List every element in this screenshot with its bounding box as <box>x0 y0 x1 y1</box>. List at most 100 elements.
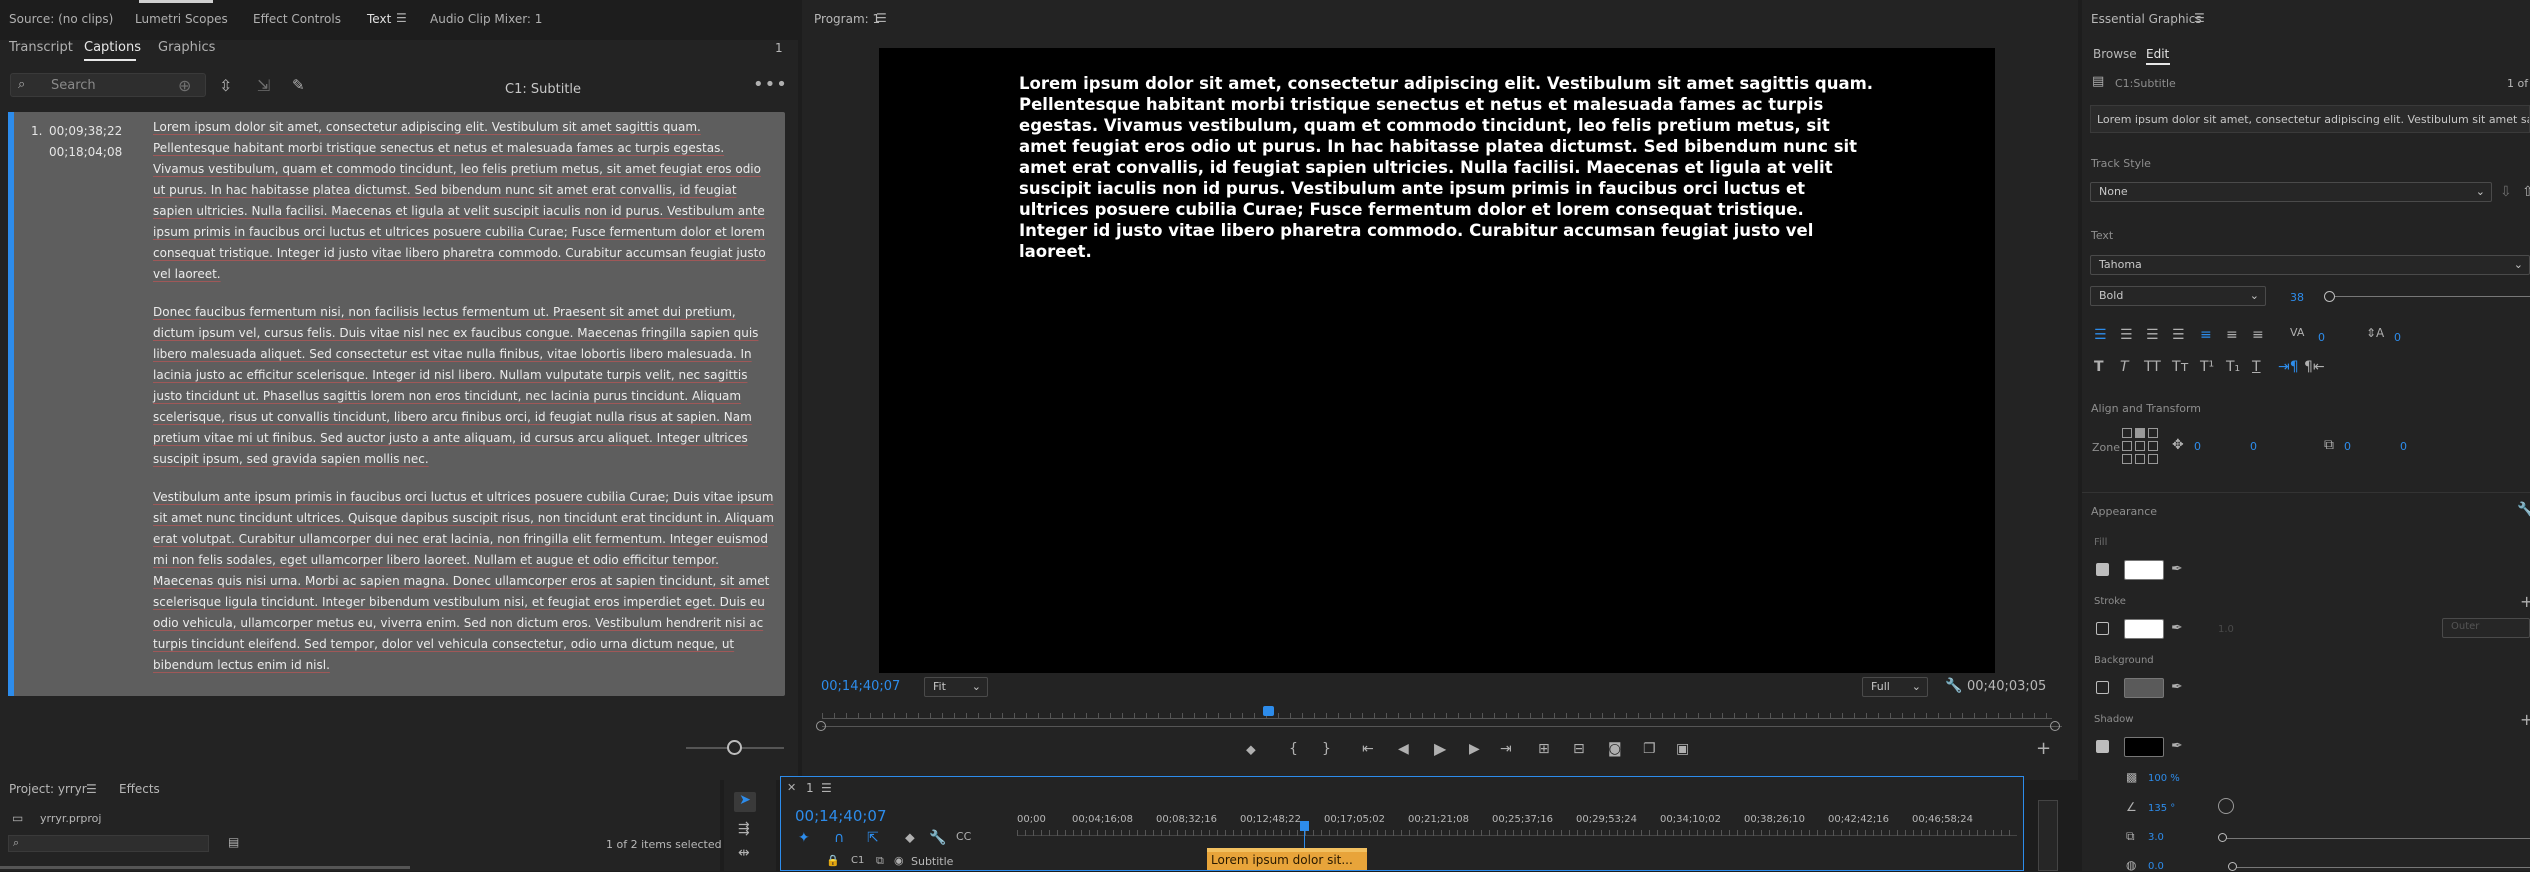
add-marker-icon[interactable]: ⬥ <box>1246 743 1256 757</box>
add-stroke-icon[interactable]: + <box>2520 594 2530 610</box>
justify-icon[interactable]: ☰ <box>2172 328 2185 342</box>
stroke-type-dropdown[interactable]: Outer <box>2442 618 2530 638</box>
zone-grid[interactable] <box>2122 428 2158 464</box>
shadow-opacity[interactable]: 100 % <box>2148 773 2180 784</box>
tab-graphics[interactable]: Graphics <box>158 40 215 55</box>
split-caption-icon[interactable]: ⇳ <box>219 78 232 94</box>
zone-cell[interactable] <box>2148 441 2158 451</box>
font-size-slider-track[interactable] <box>2327 296 2530 297</box>
snap-icon[interactable]: ∩ <box>834 831 844 845</box>
subscript-icon[interactable]: T₁ <box>2226 360 2240 374</box>
tracking-value[interactable]: 0 <box>2318 331 2325 344</box>
wrench-settings-icon[interactable]: 🔧 <box>2517 503 2530 517</box>
tab-edit[interactable]: Edit <box>2146 47 2169 61</box>
faux-bold-icon[interactable]: T <box>2094 360 2104 374</box>
tab-effect-controls[interactable]: Effect Controls <box>253 12 341 26</box>
tab-browse[interactable]: Browse <box>2093 47 2137 61</box>
fill-checkbox[interactable] <box>2096 563 2109 576</box>
zoom-slider-handle[interactable] <box>727 740 742 755</box>
wrench-settings-icon[interactable]: 🔧 <box>929 831 946 845</box>
align-left-icon[interactable]: ☰ <box>2094 328 2107 342</box>
fit-dropdown[interactable]: Fit ⌄ <box>924 677 988 697</box>
add-button-icon[interactable]: + <box>2036 740 2051 758</box>
all-caps-icon[interactable]: TT <box>2144 360 2161 374</box>
stroke-checkbox[interactable] <box>2096 622 2109 635</box>
shadow-color-swatch[interactable] <box>2124 737 2164 757</box>
zone-cell[interactable] <box>2148 454 2158 464</box>
text-direction-ltr-icon[interactable]: ⇥¶ <box>2278 360 2299 374</box>
track-style-dropdown[interactable]: None ⌄ <box>2090 182 2492 202</box>
tab-source[interactable]: Source: (no clips) <box>9 12 113 26</box>
blur-slider-track[interactable] <box>2232 867 2530 868</box>
tab-effects[interactable]: Effects <box>119 782 160 796</box>
scale-x[interactable]: 0 <box>2344 440 2351 453</box>
superscript-icon[interactable]: T¹ <box>2200 360 2214 374</box>
align-top-icon[interactable]: ≡ <box>2200 328 2212 342</box>
close-timeline-icon[interactable]: ✕ <box>787 782 796 793</box>
linked-selection-icon[interactable]: ⇱ <box>867 831 879 845</box>
caption-clip[interactable]: Lorem ipsum dolor sit... <box>1207 848 1367 870</box>
extract-icon[interactable]: ⊟ <box>1573 742 1585 756</box>
program-menu-icon[interactable]: ☰ <box>876 12 887 24</box>
font-dropdown[interactable]: Tahoma ⌄ <box>2090 255 2530 275</box>
font-size-value[interactable]: 38 <box>2290 291 2304 304</box>
timeline-playhead[interactable] <box>1300 821 1309 831</box>
lift-icon[interactable]: ⊞ <box>1538 742 1550 756</box>
caption-text-editor[interactable]: Lorem ipsum dolor sit amet, consectetur … <box>153 117 775 676</box>
shadow-distance[interactable]: 3.0 <box>2148 832 2164 843</box>
position-x[interactable]: 0 <box>2194 440 2201 453</box>
text-direction-rtl-icon[interactable]: ¶⇤ <box>2304 360 2325 374</box>
zone-cell[interactable] <box>2148 428 2158 438</box>
project-file-name[interactable]: yrryr.prproj <box>40 812 101 825</box>
stroke-color-swatch[interactable] <box>2124 619 2164 639</box>
go-to-out-icon[interactable]: ⇥ <box>1500 742 1512 756</box>
program-playhead[interactable] <box>1263 706 1274 716</box>
program-current-timecode[interactable]: 00;14;40;07 <box>821 679 900 694</box>
text-panel-menu-icon[interactable]: ☰ <box>396 12 407 24</box>
timeline-ruler[interactable]: 00;00 00;04;16;08 00;08;32;16 00;12;48;2… <box>1017 814 2017 836</box>
distance-slider-handle[interactable] <box>2218 833 2227 842</box>
quality-dropdown[interactable]: Full ⌄ <box>1862 677 1928 697</box>
caption-block[interactable]: 1. 00;09;38;22 00;18;04;08 Lorem ipsum d… <box>8 112 785 696</box>
eyedropper-icon[interactable]: ✒ <box>2171 621 2183 635</box>
timeline-menu-icon[interactable]: ☰ <box>821 782 832 794</box>
add-shadow-icon[interactable]: + <box>2520 712 2530 728</box>
align-bottom-icon[interactable]: ≡ <box>2252 328 2264 342</box>
background-color-swatch[interactable] <box>2124 678 2164 698</box>
zone-cell[interactable] <box>2135 454 2145 464</box>
sync-style-icon[interactable]: ⇧ <box>2522 185 2530 199</box>
small-caps-icon[interactable]: Tᴛ <box>2172 360 2189 374</box>
project-menu-icon[interactable]: ☰ <box>86 783 97 795</box>
export-frame-icon[interactable]: ◙ <box>1608 742 1622 756</box>
position-y[interactable]: 0 <box>2250 440 2257 453</box>
scroll-right-handle[interactable] <box>2050 721 2060 731</box>
program-scroll-bar[interactable] <box>822 726 2062 727</box>
merge-caption-icon[interactable]: ⇲ <box>257 78 270 94</box>
more-options-icon[interactable]: ••• <box>753 76 788 94</box>
caption-out-time[interactable]: 00;18;04;08 <box>49 145 122 159</box>
scale-y[interactable]: 0 <box>2400 440 2407 453</box>
push-style-icon[interactable]: ⇩ <box>2500 185 2512 199</box>
stroke-width[interactable]: 1.0 <box>2218 624 2234 635</box>
tab-lumetri-scopes[interactable]: Lumetri Scopes <box>135 12 228 26</box>
tab-captions[interactable]: Captions <box>84 40 141 55</box>
edit-pencil-icon[interactable]: ✎ <box>292 78 305 93</box>
align-middle-icon[interactable]: ≡ <box>2226 328 2238 342</box>
eg-menu-icon[interactable]: ☰ <box>2194 12 2205 24</box>
shadow-blur[interactable]: 0.0 <box>2148 861 2164 872</box>
captions-display-icon[interactable]: CC <box>956 831 971 842</box>
add-marker-icon[interactable]: ⬥ <box>905 831 915 845</box>
faux-italic-icon[interactable]: T <box>2120 360 2129 374</box>
zone-cell[interactable] <box>2122 454 2132 464</box>
leading-icon[interactable]: ⇕A <box>2366 327 2384 339</box>
zone-cell[interactable] <box>2122 428 2132 438</box>
compare-view-icon[interactable]: ❐ <box>1643 742 1656 756</box>
add-caption-icon[interactable]: ⊕ <box>178 78 191 94</box>
tracking-icon[interactable]: VA <box>2290 327 2304 338</box>
align-right-icon[interactable]: ☰ <box>2146 328 2159 342</box>
align-center-icon[interactable]: ☰ <box>2120 328 2133 342</box>
mark-in-icon[interactable]: { <box>1289 742 1298 756</box>
zone-cell[interactable] <box>2122 441 2132 451</box>
project-scrollbar[interactable] <box>0 866 410 869</box>
step-forward-icon[interactable]: ▶ <box>1469 742 1480 756</box>
